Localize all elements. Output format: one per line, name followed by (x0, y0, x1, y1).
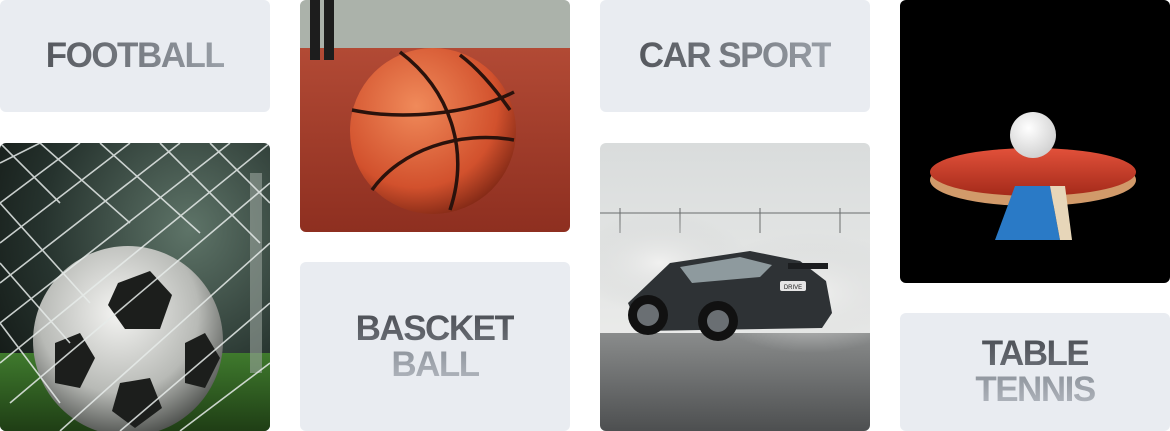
sports-category-grid: FOOTBALL BASCKET BALL CAR SPORT DRIVE TA… (0, 0, 1170, 431)
basketball-label-card[interactable]: BASCKET BALL (300, 262, 570, 431)
basketball-label-line1: BASCKET (355, 308, 516, 348)
table-tennis-label-line1: TABLE (981, 334, 1090, 373)
car-plate: DRIVE (784, 285, 802, 291)
soccer-ball-in-net-icon (0, 143, 270, 431)
football-label-card[interactable]: FOOTBALL (0, 0, 270, 112)
car-sport-label-card[interactable]: CAR SPORT (600, 0, 870, 112)
table-tennis-label-line2: TENNIS (975, 370, 1096, 409)
ping-pong-paddle-icon (900, 0, 1170, 283)
basketball-image[interactable] (300, 0, 570, 232)
car-sport-label: CAR SPORT (638, 36, 833, 75)
basketball-on-court-icon (300, 0, 570, 232)
football-image[interactable] (0, 143, 270, 431)
drifting-car-icon: DRIVE (600, 143, 870, 431)
table-tennis-image[interactable] (900, 0, 1170, 283)
basketball-label-line2: BALL (391, 344, 480, 384)
football-label: FOOTBALL (45, 36, 226, 75)
table-tennis-label-card[interactable]: TABLE TENNIS (900, 313, 1170, 431)
car-image[interactable]: DRIVE (600, 143, 870, 431)
